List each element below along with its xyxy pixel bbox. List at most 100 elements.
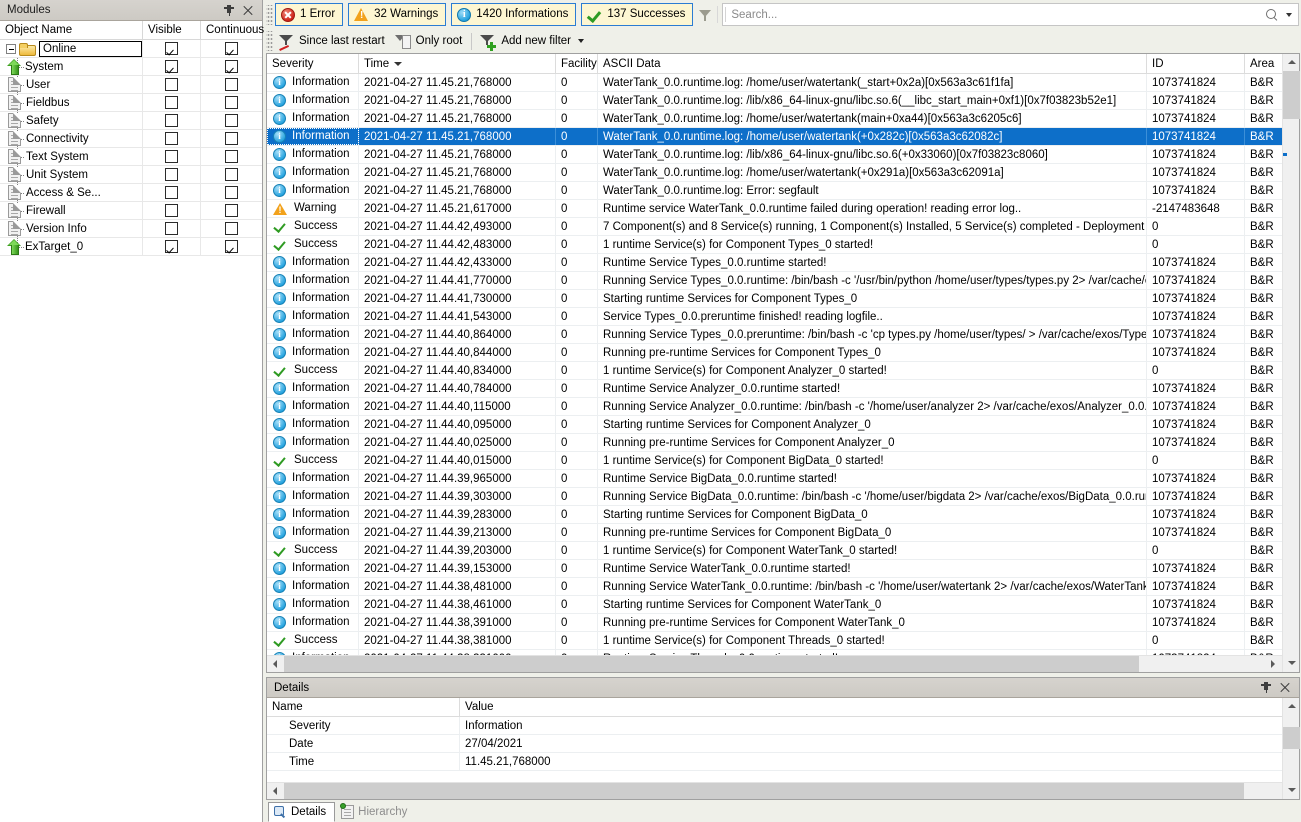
module-name-cell[interactable]: ExTarget_0 <box>0 238 143 255</box>
module-row[interactable]: Connectivity <box>0 130 262 148</box>
visible-checkbox[interactable] <box>165 168 178 181</box>
column-header-id[interactable]: ID <box>1147 54 1245 73</box>
column-header-continuous[interactable]: Continuous <box>201 21 264 39</box>
log-row[interactable]: Information 2021-04-27 11.44.39,3030000Ru… <box>267 488 1282 506</box>
column-header-ascii-data[interactable]: ASCII Data <box>598 54 1147 73</box>
module-row[interactable]: Online <box>0 40 262 58</box>
visible-checkbox[interactable] <box>165 222 178 235</box>
log-grid-horizontal-scrollbar[interactable] <box>267 655 1282 672</box>
severity-filter-informations[interactable]: 1420 Informations <box>451 3 577 26</box>
module-row[interactable]: User <box>0 76 262 94</box>
log-row[interactable]: Information 2021-04-27 11.44.40,8440000Ru… <box>267 344 1282 362</box>
log-row[interactable]: Information 2021-04-27 11.44.39,1530000Ru… <box>267 560 1282 578</box>
scroll-down-button[interactable] <box>1283 782 1300 799</box>
column-header-severity[interactable]: Severity <box>267 54 359 73</box>
expander-collapse-icon[interactable] <box>6 43 16 54</box>
module-name-cell[interactable]: Access & Se... <box>0 184 143 202</box>
log-row[interactable]: Success 2021-04-27 11.44.40,015000 0 1 runt… <box>267 452 1282 470</box>
log-row[interactable]: Information 2021-04-27 11.44.41,7300000St… <box>267 290 1282 308</box>
module-row[interactable]: Access & Se... <box>0 184 262 202</box>
details-vertical-scrollbar[interactable] <box>1282 698 1300 799</box>
column-header-facility[interactable]: Facility <box>556 54 598 73</box>
visible-checkbox[interactable] <box>165 240 178 253</box>
log-row[interactable]: Information 2021-04-27 11.44.40,0950000St… <box>267 416 1282 434</box>
log-row[interactable]: Information 2021-04-27 11.44.38,4810000Ru… <box>267 578 1282 596</box>
search-input[interactable] <box>731 8 1265 21</box>
module-row[interactable]: Safety <box>0 112 262 130</box>
log-row[interactable]: Information 2021-04-27 11.44.39,9650000Ru… <box>267 470 1282 488</box>
visible-checkbox[interactable] <box>165 186 178 199</box>
continuous-checkbox[interactable] <box>225 150 238 163</box>
module-row[interactable]: Fieldbus <box>0 94 262 112</box>
pin-icon[interactable] <box>1260 681 1272 694</box>
log-grid-vertical-scrollbar[interactable] <box>1282 54 1300 672</box>
log-row[interactable]: Information 2021-04-27 11.44.40,0250000Ru… <box>267 434 1282 452</box>
continuous-checkbox[interactable] <box>225 222 238 235</box>
scroll-down-button[interactable] <box>1283 655 1300 672</box>
visible-checkbox[interactable] <box>165 150 178 163</box>
log-row[interactable]: Success 2021-04-27 11.44.40,834000 0 1 runt… <box>267 362 1282 380</box>
log-row[interactable]: Information 2021-04-27 11.44.41,5430000Se… <box>267 308 1282 326</box>
filter-only-root[interactable]: Only root <box>392 31 470 52</box>
chevron-down-icon[interactable] <box>1286 12 1292 17</box>
horizontal-scroll-track[interactable] <box>284 656 1265 672</box>
scroll-up-button[interactable] <box>1283 698 1300 715</box>
log-row[interactable]: Information 2021-04-27 11.44.39,2830000St… <box>267 506 1282 524</box>
visible-checkbox[interactable] <box>165 60 178 73</box>
log-row[interactable]: Warning 2021-04-27 11.45.21,6170000Runtim… <box>267 200 1282 218</box>
module-name-cell[interactable]: Firewall <box>0 202 143 220</box>
vertical-scroll-track[interactable] <box>1282 71 1300 655</box>
column-header-time[interactable]: Time <box>359 54 556 73</box>
log-row[interactable]: Information 2021-04-27 11.44.38,4610000St… <box>267 596 1282 614</box>
module-name-cell[interactable]: Fieldbus <box>0 94 143 112</box>
module-row[interactable]: ExTarget_0 <box>0 238 262 256</box>
module-name-cell[interactable]: Connectivity <box>0 130 143 148</box>
log-row[interactable]: Success 2021-04-27 11.44.42,493000 0 7 Comp… <box>267 218 1282 236</box>
module-name-cell[interactable]: User <box>0 76 143 94</box>
close-icon[interactable] <box>242 4 254 17</box>
column-header-name[interactable]: Name <box>267 698 460 716</box>
add-new-filter-button[interactable]: Add new filter <box>476 31 591 52</box>
visible-checkbox[interactable] <box>165 96 178 109</box>
column-header-visible[interactable]: Visible <box>143 21 201 39</box>
log-row[interactable]: Information 2021-04-27 11.45.21,7680000Wa… <box>267 74 1282 92</box>
pin-icon[interactable] <box>223 4 235 17</box>
close-icon[interactable] <box>1279 681 1291 694</box>
module-row[interactable]: System <box>0 58 262 76</box>
log-row[interactable]: Information 2021-04-27 11.44.40,1150000Ru… <box>267 398 1282 416</box>
continuous-checkbox[interactable] <box>225 168 238 181</box>
module-row[interactable]: Text System <box>0 148 262 166</box>
toolbar-gripper[interactable] <box>266 4 273 25</box>
scroll-left-button[interactable] <box>267 656 284 672</box>
column-header-object-name[interactable]: Object Name <box>0 21 143 39</box>
magnifier-icon[interactable] <box>1265 8 1279 22</box>
log-row[interactable]: Information 2021-04-27 11.45.21,7680000Wa… <box>267 164 1282 182</box>
module-name-cell[interactable]: Unit System <box>0 166 143 184</box>
continuous-checkbox[interactable] <box>225 132 238 145</box>
module-row[interactable]: Version Info <box>0 220 262 238</box>
module-row[interactable]: Firewall <box>0 202 262 220</box>
clear-filter-icon[interactable] <box>698 8 713 22</box>
log-row[interactable]: Information 2021-04-27 11.44.40,7840000Ru… <box>267 380 1282 398</box>
continuous-checkbox[interactable] <box>225 186 238 199</box>
scroll-right-button[interactable] <box>1265 656 1282 672</box>
filter-since-last-restart[interactable]: Since last restart <box>275 31 392 52</box>
vertical-scroll-thumb[interactable] <box>1282 71 1300 119</box>
log-row[interactable]: Information 2021-04-27 11.44.39,2130000Ru… <box>267 524 1282 542</box>
log-row[interactable]: Success 2021-04-27 11.44.38,381000 0 1 runt… <box>267 632 1282 650</box>
details-row[interactable]: Severity Information <box>267 717 1282 735</box>
horizontal-scroll-thumb[interactable] <box>284 783 1244 799</box>
log-row[interactable]: Information 2021-04-27 11.44.41,7700000Ru… <box>267 272 1282 290</box>
visible-checkbox[interactable] <box>165 204 178 217</box>
continuous-checkbox[interactable] <box>225 78 238 91</box>
module-label[interactable]: Online <box>39 40 142 57</box>
log-row[interactable]: Information 2021-04-27 11.45.21,7680000Wa… <box>267 92 1282 110</box>
visible-checkbox[interactable] <box>165 78 178 91</box>
search-box[interactable] <box>722 3 1299 26</box>
log-row[interactable]: Success 2021-04-27 11.44.39,203000 0 1 runt… <box>267 542 1282 560</box>
severity-filter-warnings[interactable]: 32 Warnings <box>348 3 447 26</box>
vertical-scroll-track[interactable] <box>1282 715 1300 782</box>
details-horizontal-scrollbar[interactable] <box>267 782 1282 799</box>
tab-details[interactable]: Details <box>268 802 336 822</box>
filter-toolbar-gripper[interactable] <box>266 31 273 51</box>
